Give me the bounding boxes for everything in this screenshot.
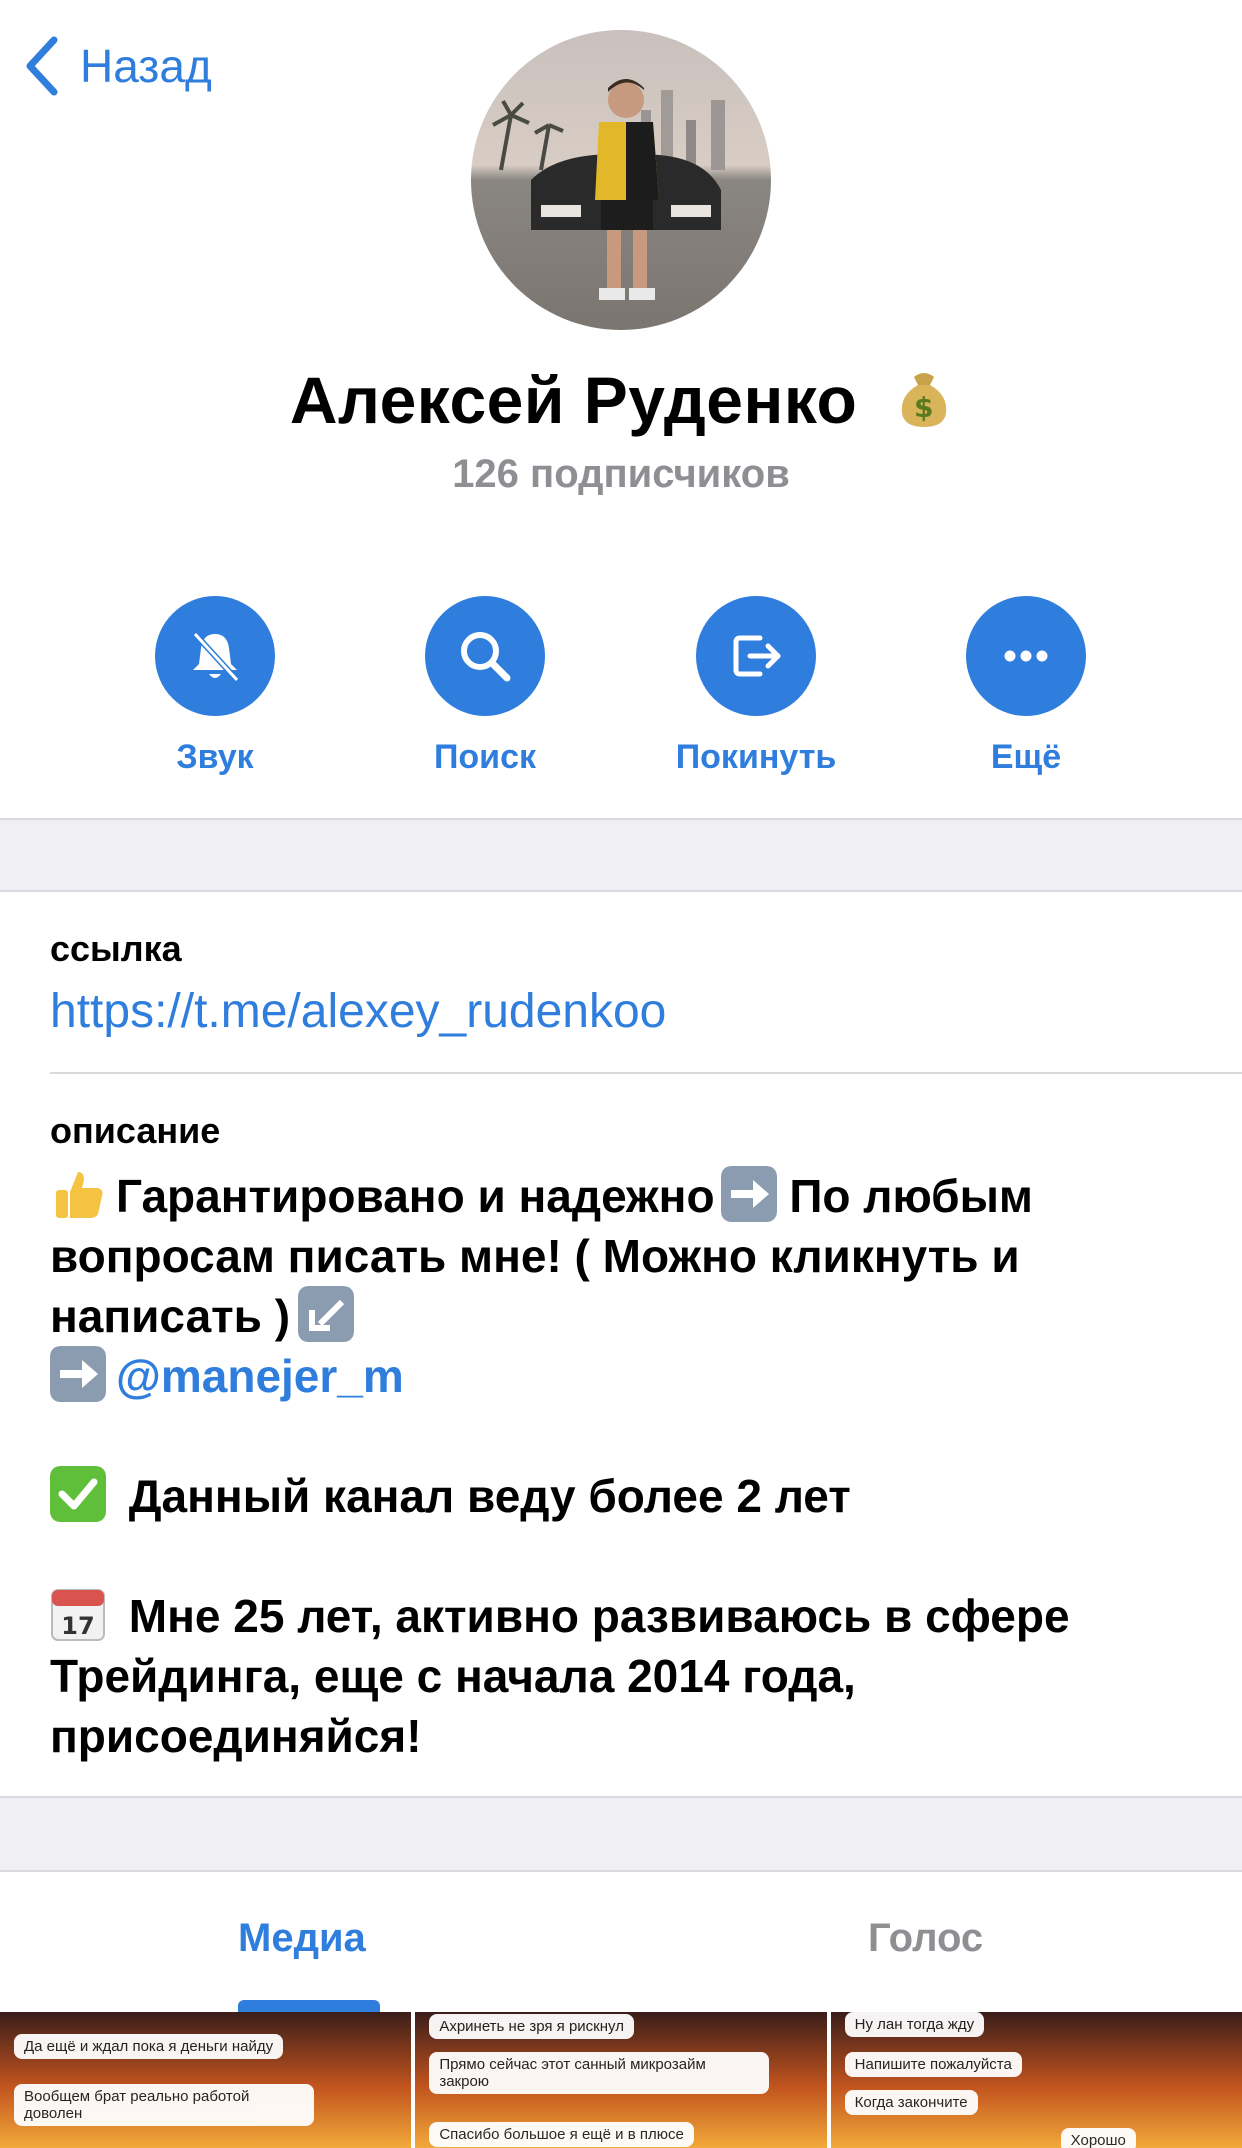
description-line2: Данный канал веду более 2 лет xyxy=(116,1470,851,1522)
back-button[interactable]: Назад xyxy=(22,34,212,98)
svg-text:17: 17 xyxy=(61,1612,94,1640)
mute-label: Звук xyxy=(176,738,254,776)
channel-description: Гарантировано и надежно По любым вопроса… xyxy=(50,1166,1200,1766)
avatar[interactable] xyxy=(471,30,771,330)
chat-bubble: Да ещё и ждал пока я деньги найду xyxy=(14,2034,284,2059)
media-thumbnail[interactable]: Ну лан тогда жду Напишите пожалуйста Ког… xyxy=(830,2012,1242,2148)
calendar-icon: 17 xyxy=(51,1589,105,1641)
description-line3: Мне 25 лет, активно развиваюсь в сфере Т… xyxy=(50,1590,1070,1762)
active-tab-indicator xyxy=(238,2000,380,2012)
description-line1: Гарантировано и надежно xyxy=(116,1170,715,1222)
subscriber-count: 126 подписчиков xyxy=(452,452,790,496)
more-button-circle xyxy=(966,596,1086,716)
media-tabs: Медиа Голос xyxy=(0,1872,1242,2012)
arrow-right-icon xyxy=(720,1166,777,1222)
bell-muted-icon xyxy=(192,631,240,683)
search-button[interactable]: Поиск xyxy=(375,596,595,777)
thumbs-up-icon xyxy=(56,1172,103,1218)
media-thumbnail[interactable]: Да ещё и ждал пока я деньги найду Вообще… xyxy=(0,2012,412,2148)
action-bar: Звук Поиск Покинуть Ещё xyxy=(0,596,1242,786)
chevron-left-icon xyxy=(26,36,58,96)
chat-bubble: Ну лан тогда жду xyxy=(844,2012,985,2037)
channel-name-text: Алексей Руденко xyxy=(289,363,858,437)
money-bag-icon: $ xyxy=(901,373,947,427)
media-grid: Да ещё и ждал пока я деньги найду Вообще… xyxy=(0,2012,1242,2148)
chat-bubble: Напишите пожалуйста xyxy=(844,2052,1022,2077)
chat-bubble: Хорошо xyxy=(1060,2128,1136,2148)
chat-bubble: Спасибо большое я ещё и в плюсе xyxy=(429,2122,694,2147)
arrow-right-icon xyxy=(50,1346,106,1402)
avatar-photo xyxy=(471,30,771,330)
more-icon xyxy=(1004,650,1048,662)
channel-name: Алексей Руденко $ xyxy=(0,362,1242,438)
link-label: ссылка xyxy=(50,928,182,969)
section-separator xyxy=(0,818,1242,892)
leave-button-circle xyxy=(696,596,816,716)
channel-link[interactable]: https://t.me/alexey_rudenkoo xyxy=(50,984,666,1039)
chat-bubble: Прямо сейчас этот санный микрозайм закро… xyxy=(429,2052,770,2094)
description-label: описание xyxy=(50,1110,221,1151)
media-thumbnail[interactable]: Ахринеть не зря я рискнул Прямо сейчас э… xyxy=(415,2012,827,2148)
check-mark-icon xyxy=(50,1466,106,1522)
tab-media[interactable]: Медиа xyxy=(238,1916,366,1961)
chat-bubble: Ахринеть не зря я рискнул xyxy=(429,2014,634,2039)
chat-bubble: Когда закончите xyxy=(844,2090,978,2115)
search-icon xyxy=(461,632,511,682)
svg-text:$: $ xyxy=(914,391,934,424)
profile-header: Назад Алексей Руденко $ 126 подписчиков … xyxy=(0,0,1242,820)
more-label: Ещё xyxy=(990,738,1062,776)
back-label: Назад xyxy=(80,40,212,92)
chat-bubble: Вообщем брат реально работой доволен xyxy=(14,2084,314,2126)
mute-button-circle xyxy=(155,596,275,716)
leave-label: Покинуть xyxy=(675,738,837,776)
tab-voice[interactable]: Голос xyxy=(868,1916,983,1961)
channel-info: ссылка https://t.me/alexey_rudenkoo опис… xyxy=(0,892,1242,1796)
search-label: Поиск xyxy=(433,738,537,776)
arrow-down-left-icon xyxy=(298,1286,355,1342)
mute-button[interactable]: Звук xyxy=(105,596,325,777)
info-divider xyxy=(50,1072,1242,1074)
manager-mention-link[interactable]: @manejer_m xyxy=(116,1350,404,1402)
more-button[interactable]: Ещё xyxy=(916,596,1136,777)
search-button-circle xyxy=(425,596,545,716)
leave-icon xyxy=(733,635,781,677)
section-separator xyxy=(0,1796,1242,1872)
leave-button[interactable]: Покинуть xyxy=(646,596,866,777)
